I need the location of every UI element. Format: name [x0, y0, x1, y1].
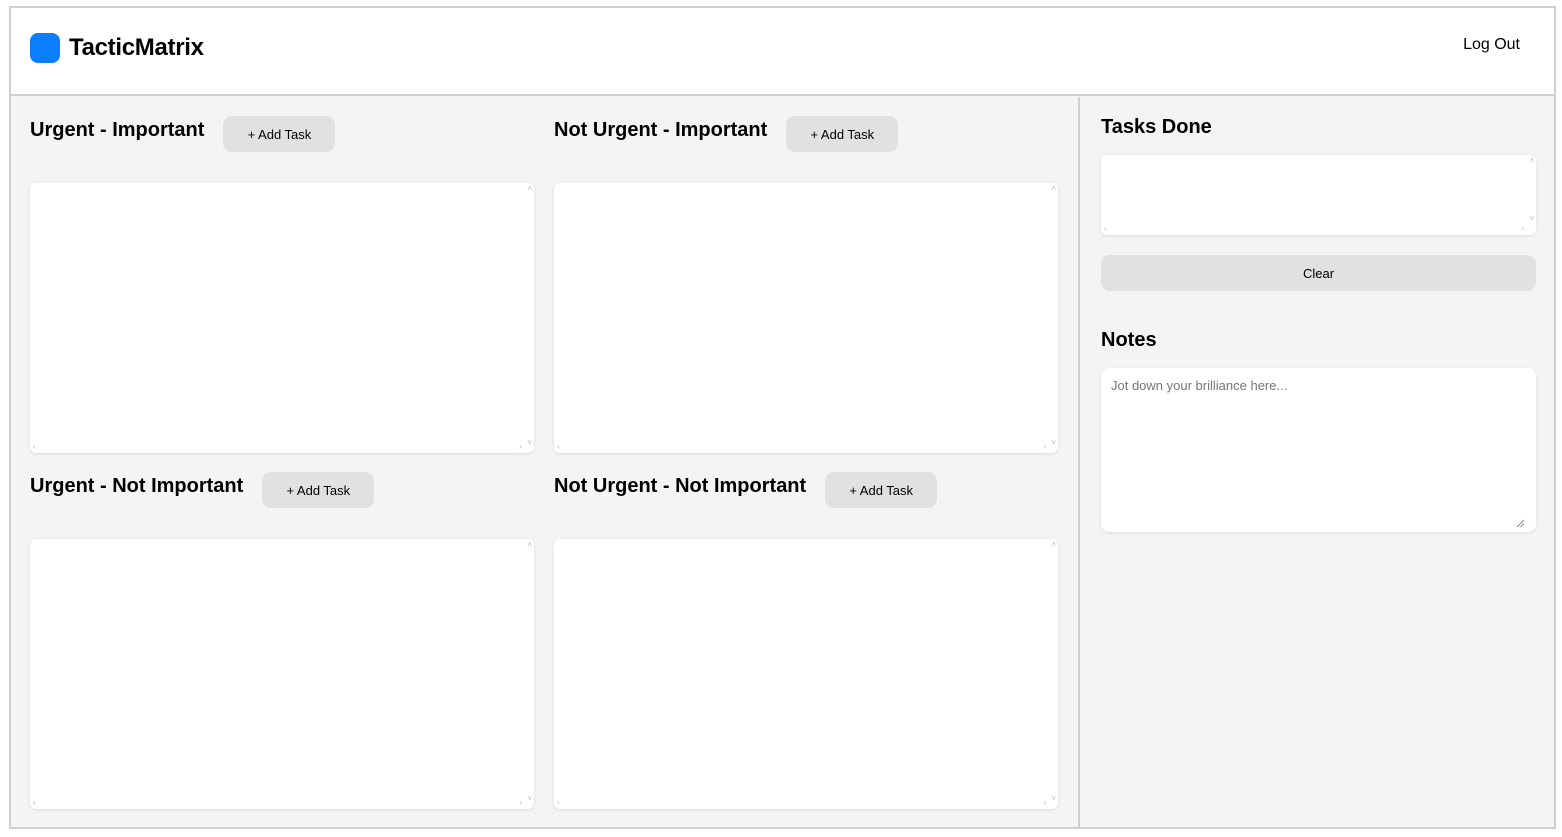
quadrant-header-not-urgent-important: Not Urgent - Important + Add Task — [554, 116, 899, 152]
app-window: TacticMatrix Log Out Urgent - Important … — [9, 6, 1556, 829]
scroll-down-icon[interactable]: ˅ — [1051, 795, 1056, 803]
scroll-right-icon[interactable]: › — [1043, 443, 1046, 451]
clear-button[interactable]: Clear — [1101, 255, 1536, 291]
quadrant-title: Urgent - Important — [30, 119, 205, 141]
scroll-down-icon[interactable]: ˅ — [1529, 215, 1534, 223]
scroll-left-icon[interactable]: ‹ — [557, 799, 560, 807]
scroll-left-icon[interactable]: ‹ — [1104, 225, 1107, 233]
app-header: TacticMatrix Log Out — [11, 8, 1554, 96]
scroll-left-icon[interactable]: ‹ — [33, 443, 36, 451]
logo-icon — [30, 33, 60, 63]
scroll-down-icon[interactable]: ˅ — [527, 795, 532, 803]
notes-title: Notes — [1101, 329, 1157, 351]
quadrant-header-urgent-not-important: Urgent - Not Important + Add Task — [30, 472, 375, 508]
task-list-not-urgent-not-important[interactable]: ˄ ˅ ‹ › — [554, 539, 1058, 809]
app-title: TacticMatrix — [69, 34, 204, 61]
scroll-left-icon[interactable]: ‹ — [557, 443, 560, 451]
scroll-right-icon[interactable]: › — [519, 799, 522, 807]
tasks-done-title: Tasks Done — [1101, 116, 1212, 138]
scroll-right-icon[interactable]: › — [1043, 799, 1046, 807]
scroll-down-icon[interactable]: ˅ — [527, 439, 532, 447]
scroll-up-icon[interactable]: ˄ — [1529, 157, 1534, 165]
scroll-right-icon[interactable]: › — [519, 443, 522, 451]
quadrant-title: Not Urgent - Not Important — [554, 475, 807, 497]
scroll-up-icon[interactable]: ˄ — [527, 541, 532, 549]
scroll-left-icon[interactable]: ‹ — [33, 799, 36, 807]
task-list-urgent-important[interactable]: ˄ ˅ ‹ › — [30, 183, 534, 453]
quadrant-header-urgent-important: Urgent - Important + Add Task — [30, 116, 336, 152]
scroll-up-icon[interactable]: ˄ — [1051, 541, 1056, 549]
scroll-up-icon[interactable]: ˄ — [1051, 185, 1056, 193]
eisenhower-matrix: Urgent - Important + Add Task ˄ ˅ ‹ › No… — [11, 97, 1080, 827]
quadrant-title: Urgent - Not Important — [30, 475, 244, 497]
resize-handle-icon[interactable] — [1515, 518, 1525, 528]
task-list-urgent-not-important[interactable]: ˄ ˅ ‹ › — [30, 539, 534, 809]
add-task-button[interactable]: + Add Task — [223, 116, 336, 152]
scroll-up-icon[interactable]: ˄ — [527, 185, 532, 193]
quadrant-header-not-urgent-not-important: Not Urgent - Not Important + Add Task — [554, 472, 938, 508]
scroll-down-icon[interactable]: ˅ — [1051, 439, 1056, 447]
task-list-not-urgent-important[interactable]: ˄ ˅ ‹ › — [554, 183, 1058, 453]
sidebar: Tasks Done ˄ ˅ ‹ › Clear Notes — [1081, 97, 1554, 827]
add-task-button[interactable]: + Add Task — [262, 472, 375, 508]
scroll-right-icon[interactable]: › — [1521, 225, 1524, 233]
notes-textarea[interactable] — [1101, 368, 1536, 532]
add-task-button[interactable]: + Add Task — [786, 116, 899, 152]
add-task-button[interactable]: + Add Task — [825, 472, 938, 508]
logout-link[interactable]: Log Out — [1463, 35, 1520, 55]
tasks-done-list[interactable]: ˄ ˅ ‹ › — [1101, 155, 1536, 235]
quadrant-title: Not Urgent - Important — [554, 119, 768, 141]
